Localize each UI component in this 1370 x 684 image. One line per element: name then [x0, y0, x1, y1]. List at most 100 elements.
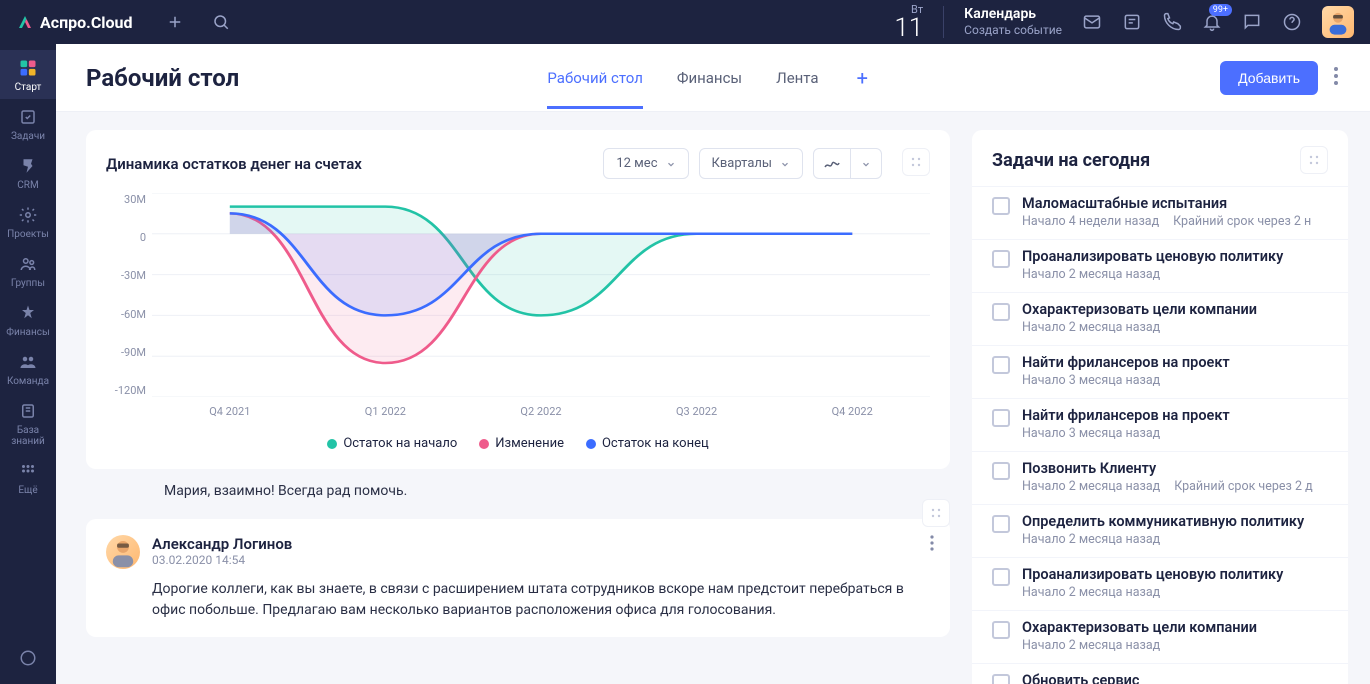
task-checkbox[interactable] — [992, 409, 1010, 427]
sidebar-item-groups[interactable]: Группы — [0, 246, 56, 295]
legend-dot — [327, 439, 337, 449]
sidebar-item-start[interactable]: Старт — [0, 50, 56, 99]
tab-feed[interactable]: Лента — [776, 47, 818, 109]
add-icon[interactable] — [165, 12, 185, 32]
sidebar-item-crm[interactable]: CRM — [0, 148, 56, 197]
chat-icon[interactable] — [1242, 12, 1262, 32]
task-checkbox[interactable] — [992, 356, 1010, 374]
calendar-title[interactable]: Календарь — [964, 5, 1062, 23]
task-checkbox[interactable] — [992, 303, 1010, 321]
task-title: Определить коммуникативную политику — [1022, 513, 1328, 530]
task-row[interactable]: Проанализировать ценовую политикуНачало … — [972, 557, 1348, 610]
legend-item[interactable]: Остаток на начало — [327, 436, 457, 451]
groupby-select-value: Кварталы — [712, 156, 772, 171]
search-icon[interactable] — [211, 12, 231, 32]
finance-icon — [18, 303, 38, 323]
page-title: Рабочий стол — [86, 64, 239, 92]
sidebar-item-label: Финансы — [6, 327, 49, 338]
feed-date: 03.02.2020 14:54 — [152, 553, 292, 567]
sidebar-item-tasks[interactable]: Задачи — [0, 99, 56, 148]
groupby-select[interactable]: Кварталы — [699, 148, 803, 179]
chevron-down-icon — [666, 159, 676, 169]
calendar-block: Календарь Создать событие — [964, 5, 1062, 39]
main: Рабочий стол Рабочий стол Финансы Лента … — [56, 44, 1370, 684]
tab-finance[interactable]: Финансы — [677, 47, 742, 109]
task-checkbox[interactable] — [992, 197, 1010, 215]
avatar[interactable] — [106, 535, 140, 569]
period-select[interactable]: 12 мес — [603, 148, 688, 179]
task-checkbox[interactable] — [992, 674, 1010, 684]
sidebar-item-support[interactable] — [0, 640, 56, 674]
task-title: Найти фрилансеров на проект — [1022, 354, 1328, 371]
feed-author[interactable]: Александр Логинов — [152, 535, 292, 553]
projects-icon — [18, 205, 38, 225]
calendar-create-link[interactable]: Создать событие — [964, 23, 1062, 39]
avatar[interactable] — [1322, 6, 1354, 38]
drag-handle-icon[interactable] — [922, 499, 950, 527]
help-icon[interactable] — [1282, 12, 1302, 32]
plot-area — [152, 193, 930, 397]
bell-icon[interactable]: 99+ — [1202, 12, 1222, 32]
legend-dot — [586, 439, 596, 449]
date-block: Вт 11 — [894, 4, 923, 41]
add-button[interactable]: Добавить — [1220, 61, 1318, 95]
y-tick: -30M — [106, 269, 146, 282]
tab-dashboard[interactable]: Рабочий стол — [547, 47, 642, 109]
drag-handle-icon[interactable] — [902, 148, 930, 176]
sidebar-item-finance[interactable]: Финансы — [0, 295, 56, 344]
sidebar-item-label: Задачи — [11, 131, 45, 142]
task-row[interactable]: Охарактеризовать цели компанииНачало 2 м… — [972, 610, 1348, 663]
phone-icon[interactable] — [1162, 12, 1182, 32]
x-tick: Q4 2022 — [774, 405, 930, 418]
x-axis: Q4 2021Q1 2022Q2 2022Q3 2022Q4 2022 — [152, 405, 930, 418]
sidebar-item-kb[interactable]: База знаний — [0, 393, 56, 453]
sidebar-item-label: Группы — [11, 278, 45, 289]
y-tick: -90M — [106, 346, 146, 359]
task-title: Проанализировать ценовую политику — [1022, 248, 1328, 265]
chart-legend: Остаток на начало Изменение Остаток на кон… — [106, 436, 930, 451]
task-row[interactable]: Обновить сервисНачало 2 месяца назад — [972, 663, 1348, 684]
sidebar-item-label: Ещё — [18, 485, 37, 496]
task-row[interactable]: Проанализировать ценовую политику Начало … — [972, 239, 1348, 292]
legend-item[interactable]: Изменение — [479, 436, 564, 451]
mail-icon[interactable] — [1082, 12, 1102, 32]
legend-label: Изменение — [495, 436, 564, 451]
logo[interactable]: Аспро.Cloud — [16, 13, 133, 32]
left-column: Динамика остатков денег на счетах 12 мес… — [56, 112, 972, 684]
chart-type-dropdown[interactable] — [851, 149, 881, 178]
sidebar-item-team[interactable]: Команда — [0, 344, 56, 393]
sidebar-item-more[interactable]: Ещё — [0, 453, 56, 502]
task-checkbox[interactable] — [992, 250, 1010, 268]
legend-item[interactable]: Остаток на конец — [586, 436, 709, 451]
task-checkbox[interactable] — [992, 568, 1010, 586]
sidebar-item-label: Проекты — [7, 229, 49, 240]
x-tick: Q4 2021 — [152, 405, 308, 418]
x-tick: Q1 2022 — [308, 405, 464, 418]
task-checkbox[interactable] — [992, 621, 1010, 639]
task-checkbox[interactable] — [992, 462, 1010, 480]
chart-title: Динамика остатков денег на счетах — [106, 155, 362, 173]
tab-add-button[interactable]: + — [853, 66, 872, 90]
notes-icon[interactable] — [1122, 12, 1142, 32]
task-meta: Начало 2 месяца назад — [1022, 638, 1328, 653]
divider — [943, 6, 944, 38]
start-icon — [18, 58, 38, 78]
notification-badge: 99+ — [1209, 4, 1232, 16]
chart-type-line[interactable] — [814, 149, 851, 178]
right-column: Задачи на сегодня Маломасштабные испытан… — [972, 112, 1370, 684]
task-row[interactable]: Охарактеризовать цели компанииНачало 2 м… — [972, 292, 1348, 345]
sidebar-item-projects[interactable]: Проекты — [0, 197, 56, 246]
task-row[interactable]: Определить коммуникативную политикуНачал… — [972, 504, 1348, 557]
kebab-icon[interactable] — [1330, 63, 1342, 93]
task-row[interactable]: Найти фрилансеров на проектНачало 3 меся… — [972, 398, 1348, 451]
feed-reply-snippet: Мария, взаимно! Всегда рад помочь. — [86, 483, 950, 509]
sidebar-item-label: Команда — [7, 376, 49, 387]
task-row[interactable]: Позвонить КлиентуНачало 2 месяца назадКр… — [972, 451, 1348, 504]
task-row[interactable]: Маломасштабные испытанияНачало 4 недели … — [972, 186, 1348, 239]
task-meta: Начало 2 месяца назад — [1022, 267, 1328, 282]
sidebar-item-label: Старт — [15, 82, 42, 93]
kebab-icon[interactable] — [930, 535, 934, 555]
drag-handle-icon[interactable] — [1300, 146, 1328, 174]
task-checkbox[interactable] — [992, 515, 1010, 533]
task-row[interactable]: Найти фрилансеров на проектНачало 3 меся… — [972, 345, 1348, 398]
